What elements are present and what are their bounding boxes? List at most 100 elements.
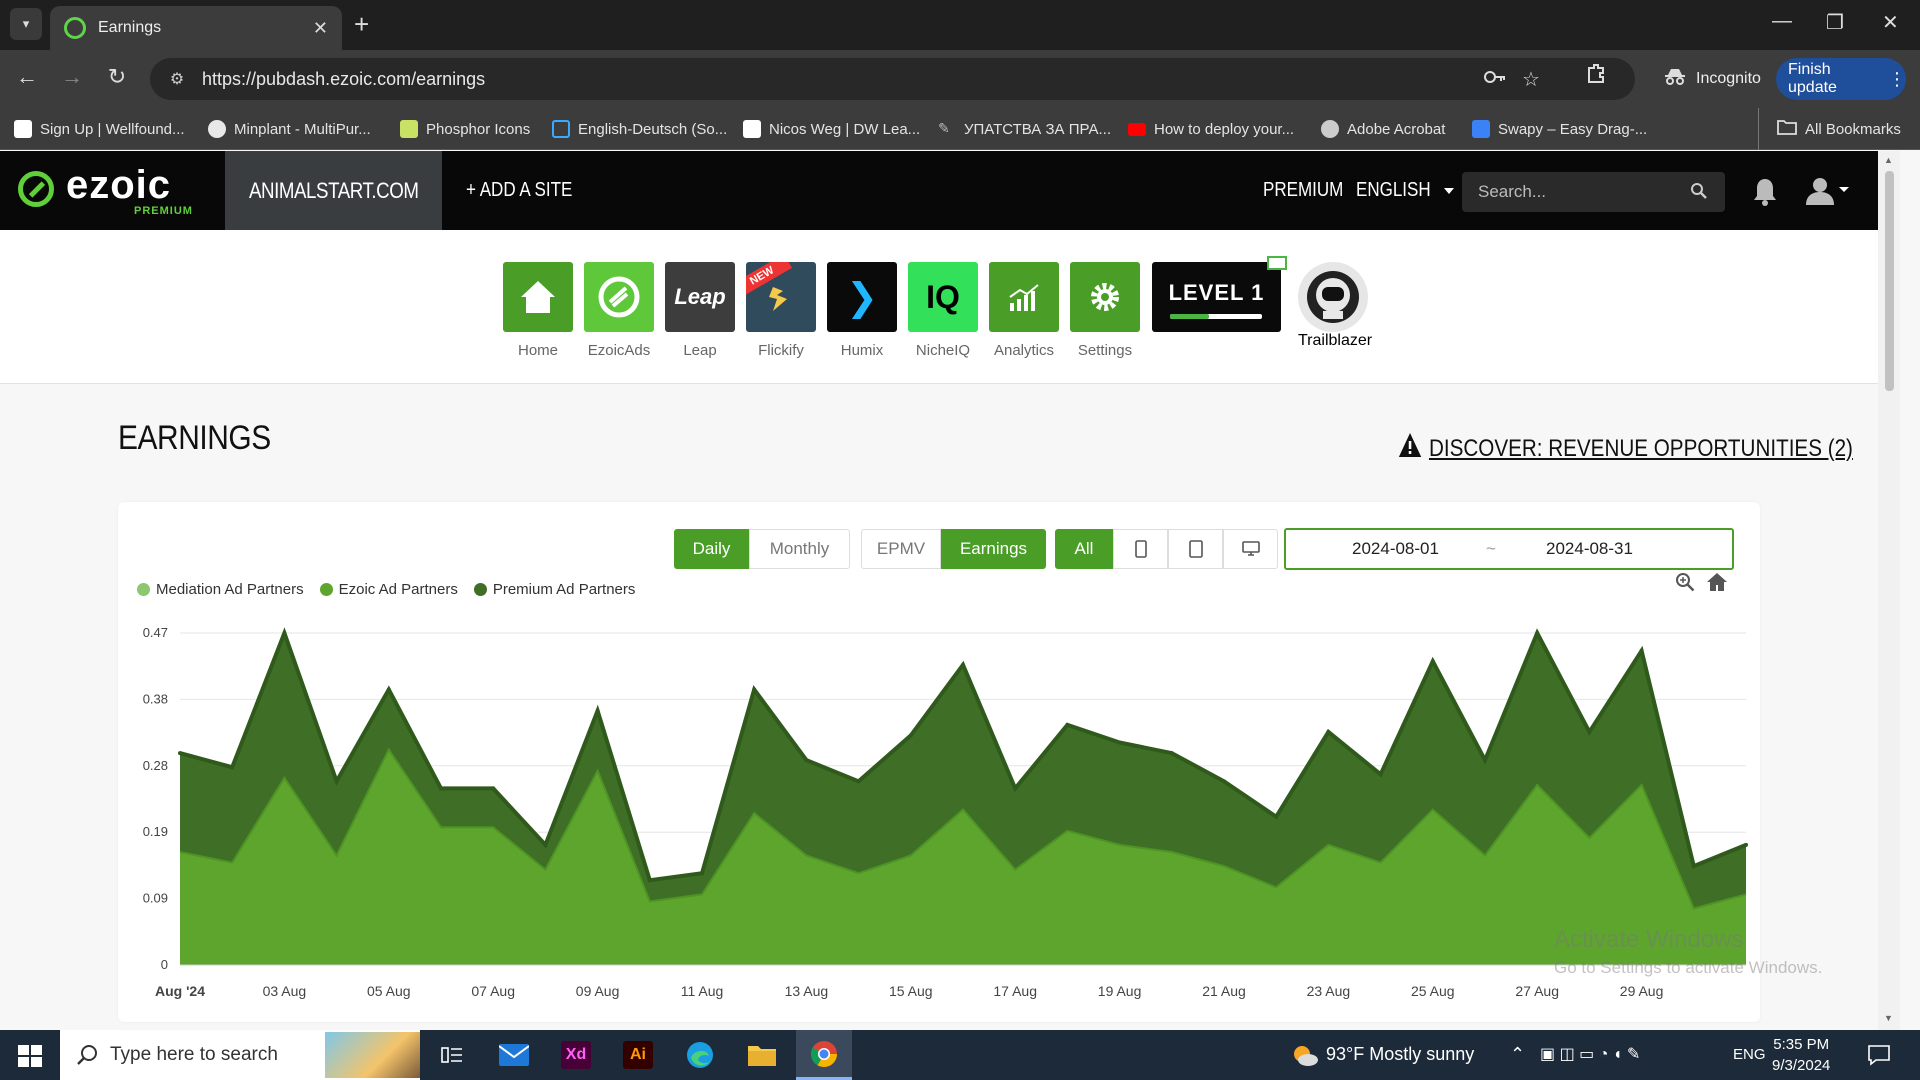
device-toggle: All xyxy=(1055,529,1278,569)
browser-tab[interactable]: Earnings ✕ xyxy=(50,6,342,50)
app-analytics[interactable]: Analytics xyxy=(989,262,1059,359)
scroll-up-icon[interactable]: ▲ xyxy=(1884,155,1893,165)
system-clock[interactable]: 5:35 PM 9/3/2024 xyxy=(1772,1034,1830,1076)
epmv-button[interactable]: EPMV xyxy=(861,529,941,569)
add-site-link[interactable]: + ADD A SITE xyxy=(466,151,591,230)
scrollbar-thumb[interactable] xyxy=(1885,171,1894,391)
finish-update-button[interactable]: Finish update ⋮ xyxy=(1776,58,1906,100)
bookmark-item[interactable]: ✎ УПАТСТВА ЗА ПРА... xyxy=(938,108,1111,150)
legend-label: Mediation Ad Partners xyxy=(156,581,304,598)
x-tick-label: 27 Aug xyxy=(1515,983,1559,999)
weather-icon[interactable] xyxy=(1290,1042,1320,1073)
dw-icon xyxy=(743,120,761,138)
earnings-button[interactable]: Earnings xyxy=(941,529,1046,569)
chevron-up-icon[interactable]: ⌃ xyxy=(1510,1044,1525,1065)
discover-revenue-link[interactable]: DISCOVER: REVENUE OPPORTUNITIES (2) xyxy=(1398,432,1853,465)
ezoicads-icon xyxy=(584,262,654,332)
desktop-button[interactable] xyxy=(1223,529,1278,569)
app-humix[interactable]: ❯ Humix xyxy=(827,262,897,359)
site-info-icon[interactable]: ⚙ xyxy=(160,69,194,89)
forward-icon[interactable]: → xyxy=(57,64,87,90)
restore-icon[interactable]: ❐ xyxy=(1826,10,1844,35)
all-bookmarks-button[interactable]: All Bookmarks xyxy=(1758,108,1901,150)
bookmark-item[interactable]: English-Deutsch (So... xyxy=(552,108,727,150)
bookmark-item[interactable]: Nicos Weg | DW Lea... xyxy=(743,108,920,150)
adobe-illustrator-icon[interactable]: Ai xyxy=(610,1030,666,1080)
incognito-indicator[interactable]: Incognito xyxy=(1648,58,1777,100)
tablet-button[interactable] xyxy=(1168,529,1223,569)
system-tray-icons[interactable]: ▣ ◫ ▭ ◔ ◖ ✎ xyxy=(1540,1044,1640,1064)
app-label: EzoicAds xyxy=(587,342,651,359)
bookmark-item[interactable]: Adobe Acrobat xyxy=(1321,108,1445,150)
daily-button[interactable]: Daily xyxy=(674,529,749,569)
app-ezoicads[interactable]: EzoicAds xyxy=(584,262,654,359)
mail-app-icon[interactable] xyxy=(486,1030,542,1080)
bookmark-item[interactable]: Minplant - MultiPur... xyxy=(208,108,371,150)
date-range-picker[interactable]: 2024-08-01 ~ 2024-08-31 xyxy=(1284,528,1734,570)
new-tab-button[interactable]: + xyxy=(354,10,369,38)
close-tab-icon[interactable]: ✕ xyxy=(313,18,328,39)
tab-search-button[interactable]: ▾ xyxy=(10,8,42,40)
reload-icon[interactable]: ↻ xyxy=(102,64,132,90)
mobile-button[interactable] xyxy=(1113,529,1168,569)
zoom-icon[interactable] xyxy=(1675,572,1695,597)
all-devices-button[interactable]: All xyxy=(1055,529,1113,569)
app-settings[interactable]: Settings xyxy=(1070,262,1140,359)
bookmark-item[interactable]: Phosphor Icons xyxy=(400,108,530,150)
mail-icon[interactable] xyxy=(1267,256,1287,270)
date-start[interactable]: 2024-08-01 xyxy=(1352,539,1439,559)
x-tick-label: 19 Aug xyxy=(1098,983,1142,999)
finish-update-label: Finish update xyxy=(1788,61,1837,96)
level-badge[interactable]: LEVEL 1 xyxy=(1152,262,1281,332)
app-home[interactable]: Home xyxy=(503,262,573,359)
adobe-xd-icon[interactable]: Xd xyxy=(548,1030,604,1080)
monthly-button[interactable]: Monthly xyxy=(749,529,850,569)
language-dropdown[interactable]: ENGLISH xyxy=(1356,151,1454,230)
windows-start-icon[interactable] xyxy=(18,1045,42,1072)
page-scrollbar[interactable]: ▲ ▼ xyxy=(1878,151,1900,1030)
bookmark-item[interactable]: Swapy – Easy Drag-... xyxy=(1472,108,1647,150)
weather-text[interactable]: 93°F Mostly sunny xyxy=(1326,1044,1474,1065)
browser-tab-strip: ▾ Earnings ✕ + — ❐ ✕ xyxy=(0,0,1920,50)
notifications-icon[interactable] xyxy=(1868,1044,1890,1071)
address-bar[interactable]: ⚙ https://pubdash.ezoic.com/earnings ☆ xyxy=(150,58,1635,100)
scroll-down-icon[interactable]: ▼ xyxy=(1884,1013,1893,1023)
chrome-browser-icon[interactable] xyxy=(796,1030,852,1080)
more-menu-icon[interactable]: ⋮ xyxy=(1888,69,1906,90)
close-window-icon[interactable]: ✕ xyxy=(1882,10,1899,35)
bell-icon[interactable] xyxy=(1752,177,1778,212)
user-menu[interactable] xyxy=(1806,177,1850,210)
bookmark-item[interactable]: How to deploy your... xyxy=(1128,108,1294,150)
bookmark-item[interactable]: Sign Up | Wellfound... xyxy=(14,108,185,150)
date-end[interactable]: 2024-08-31 xyxy=(1546,539,1633,559)
premium-label: PREMIUM xyxy=(1263,179,1344,201)
password-key-icon[interactable] xyxy=(1483,67,1507,93)
legend-item-mediation[interactable]: Mediation Ad Partners xyxy=(137,581,304,598)
back-icon[interactable]: ← xyxy=(12,64,42,90)
legend-dot xyxy=(137,583,150,596)
url-text[interactable]: https://pubdash.ezoic.com/earnings xyxy=(202,69,485,90)
extensions-icon[interactable] xyxy=(1585,62,1607,89)
file-explorer-icon[interactable] xyxy=(734,1030,790,1080)
search-icon[interactable] xyxy=(1690,182,1708,205)
search-input[interactable] xyxy=(1462,172,1725,212)
legend-item-premium[interactable]: Premium Ad Partners xyxy=(473,581,635,598)
legend-item-ezoic[interactable]: Ezoic Ad Partners xyxy=(319,581,458,598)
app-flickify[interactable]: NEW Flickify xyxy=(746,262,816,359)
watermark-line2: Go to Settings to activate Windows. xyxy=(1554,958,1823,977)
site-selector[interactable]: ANIMALSTART.COM xyxy=(225,151,442,230)
reset-zoom-home-icon[interactable] xyxy=(1706,572,1728,597)
minimize-icon[interactable]: — xyxy=(1772,10,1792,33)
premium-link[interactable]: PREMIUM xyxy=(1263,151,1357,230)
bookmark-star-icon[interactable]: ☆ xyxy=(1522,67,1540,92)
app-leap[interactable]: Leap Leap xyxy=(665,262,735,359)
language-indicator[interactable]: ENG xyxy=(1733,1046,1766,1063)
app-nicheiq[interactable]: IQ NicheIQ xyxy=(908,262,978,359)
ezoic-logo[interactable]: ezoic PREMIUM xyxy=(18,163,198,219)
trailblazer-link[interactable]: Trailblazer xyxy=(1298,262,1372,350)
taskbar-search[interactable]: Type here to search xyxy=(60,1030,420,1080)
edge-browser-icon[interactable] xyxy=(672,1030,728,1080)
earnings-area-chart[interactable]: 0 0.09 0.19 0.28 0.38 0.47 Aug '24 03 Aug 05 Aug… xyxy=(118,615,1760,1015)
task-view-icon[interactable] xyxy=(424,1030,480,1080)
feather-icon: ✎ xyxy=(938,120,950,136)
